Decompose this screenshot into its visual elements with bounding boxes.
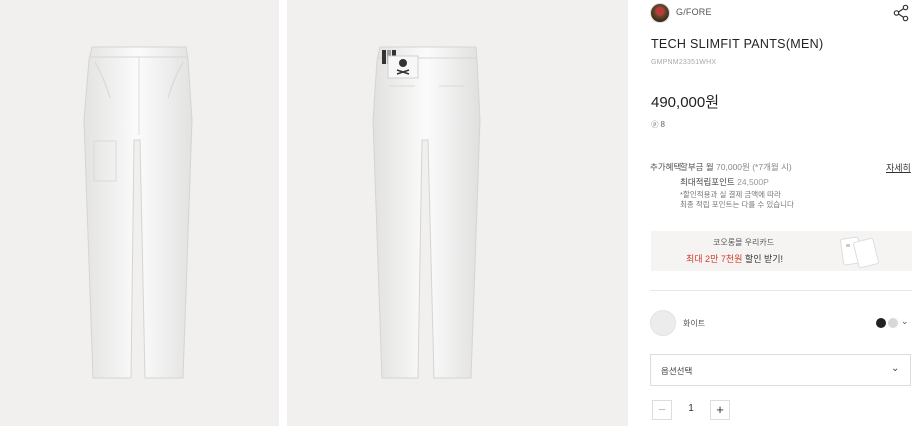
color-selector: 화이트 ⌄ bbox=[650, 310, 912, 336]
quantity-stepper: − 1 + bbox=[652, 400, 732, 420]
card-discount-banner[interactable]: 코오롱몰 우리카드 최대 2만 7천원 할인 받기! bbox=[651, 231, 912, 271]
banner-highlight: 최대 2만 7천원 bbox=[686, 254, 743, 264]
max-points-value: 24,500P bbox=[737, 177, 769, 187]
benefit-detail-link[interactable]: 자세히 bbox=[886, 161, 911, 174]
chevron-down-icon[interactable]: ⌄ bbox=[901, 316, 909, 327]
quantity-minus-button[interactable]: − bbox=[652, 400, 672, 420]
selected-color-name: 화이트 bbox=[683, 319, 706, 328]
point-badge-value: 8 bbox=[660, 120, 665, 129]
point-badge: ⓟ 8 bbox=[651, 119, 665, 130]
quantity-plus-button[interactable]: + bbox=[710, 400, 730, 420]
color-dot-grey[interactable] bbox=[888, 318, 898, 328]
installment-prefix: 할부금 월 bbox=[680, 162, 714, 172]
product-title: TECH SLIMFIT PANTS(MEN) bbox=[651, 37, 824, 51]
product-image-back[interactable] bbox=[287, 0, 628, 426]
option-placeholder: 옵션선택 bbox=[661, 366, 693, 376]
product-price: 490,000원 bbox=[651, 94, 720, 111]
product-image-front[interactable] bbox=[0, 0, 279, 426]
share-icon[interactable] bbox=[892, 4, 910, 22]
banner-card-name: 코오롱몰 우리카드 bbox=[713, 238, 775, 247]
installment-info: 할부금 월 70,000원 (*7개월 시) bbox=[680, 161, 792, 173]
max-points-info: 최대적립포인트 24,500P bbox=[680, 176, 769, 188]
installment-amount: 70,000원 (*7개월 시) bbox=[716, 162, 792, 172]
points-note: *할인적용과 실 결제 금액에 따라 최종 적립 포인트는 다를 수 있습니다 bbox=[680, 190, 794, 209]
point-icon: ⓟ bbox=[651, 120, 659, 129]
brand-name[interactable]: G/FORE bbox=[676, 7, 712, 17]
brand-avatar[interactable] bbox=[650, 3, 670, 23]
color-dot-black[interactable] bbox=[876, 318, 886, 328]
quantity-value[interactable]: 1 bbox=[672, 403, 710, 414]
benefits-label: 추가혜택 bbox=[650, 162, 682, 172]
benefits-section: 추가혜택 할부금 월 70,000원 (*7개월 시) 최대적립포인트 24,5… bbox=[650, 160, 912, 220]
brand-row: G/FORE bbox=[650, 2, 912, 24]
color-swatch-white[interactable] bbox=[650, 310, 676, 336]
chevron-down-icon: ⌄ bbox=[891, 363, 900, 374]
credit-card-icon bbox=[840, 236, 879, 268]
section-divider bbox=[650, 290, 912, 291]
banner-suffix: 할인 받기! bbox=[742, 254, 784, 264]
product-info-panel: G/FORE TECH SLIMFIT PANTS(MEN) GMPNM2335… bbox=[650, 0, 912, 433]
option-select[interactable]: 옵션선택 ⌄ bbox=[650, 354, 911, 386]
banner-offer: 최대 2만 7천원 할인 받기! bbox=[686, 252, 783, 265]
max-points-label: 최대적립포인트 bbox=[680, 177, 735, 187]
product-code: GMPNM23351WHX bbox=[651, 59, 717, 66]
